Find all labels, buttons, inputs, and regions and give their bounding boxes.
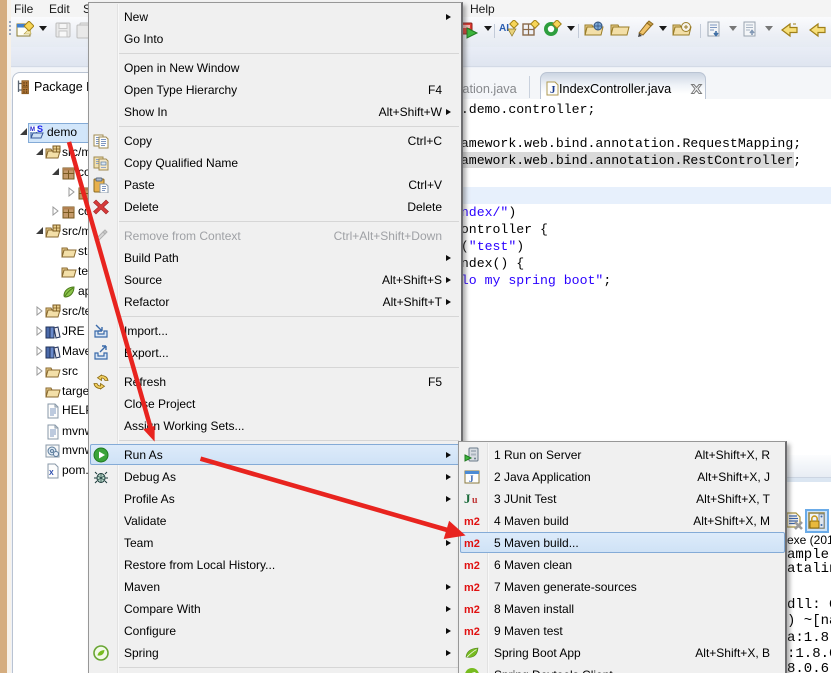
svg-text:m2: m2: [464, 538, 480, 550]
svg-text:m2: m2: [464, 560, 480, 572]
svg-text:J: J: [550, 84, 556, 96]
svg-text:AI: AI: [499, 23, 509, 34]
svg-text:u: u: [472, 495, 478, 506]
svg-text:S: S: [37, 125, 43, 134]
svg-text:J: J: [469, 474, 474, 484]
svg-text:m2: m2: [464, 516, 480, 528]
svg-text:M: M: [30, 127, 35, 133]
svg-text:J: J: [464, 491, 471, 506]
svg-text:m2: m2: [464, 604, 480, 616]
svg-text:X: X: [49, 470, 54, 477]
svg-text:m2: m2: [464, 582, 480, 594]
svg-text:m2: m2: [464, 626, 480, 638]
